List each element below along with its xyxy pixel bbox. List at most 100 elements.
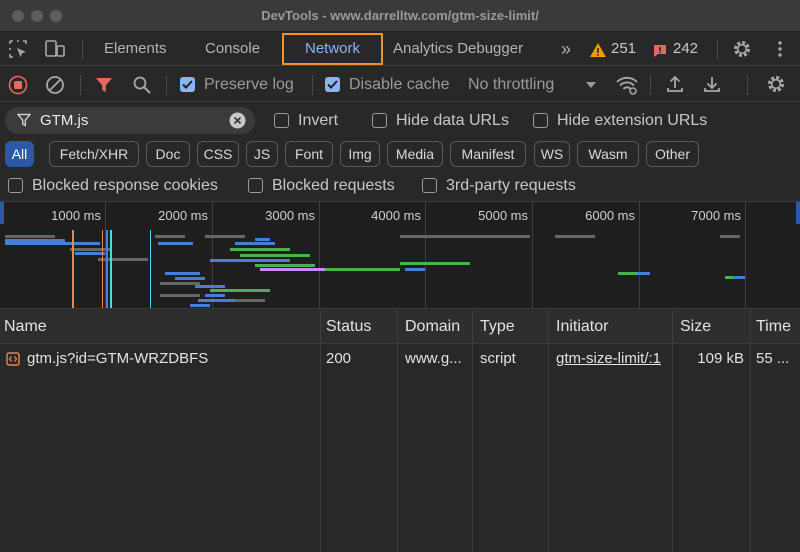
tab-console[interactable]: Console — [205, 32, 260, 66]
throttling-select[interactable]: No throttling — [468, 67, 554, 102]
column-header-status[interactable]: Status — [322, 310, 371, 344]
stop-recording-icon[interactable] — [8, 75, 28, 95]
warnings-count[interactable]: 251 — [611, 32, 636, 66]
blocked-requests-label[interactable]: Blocked requests — [272, 170, 395, 202]
clear-filter-icon[interactable] — [229, 112, 246, 129]
inspect-element-icon[interactable] — [8, 39, 28, 59]
divider — [747, 75, 748, 95]
more-tabs-button[interactable]: » — [561, 32, 571, 66]
disable-cache-label[interactable]: Disable cache — [349, 67, 450, 102]
messages-count[interactable]: 242 — [673, 32, 698, 66]
waterfall-bar — [75, 252, 105, 255]
filter-input[interactable]: GTM.js — [5, 107, 255, 134]
type-filter-other[interactable]: Other — [646, 141, 699, 167]
device-toolbar-icon[interactable] — [44, 39, 66, 59]
request-time: 55 ... — [756, 350, 790, 367]
blocked-response-cookies-label[interactable]: Blocked response cookies — [32, 170, 218, 202]
more-options-icon[interactable] — [775, 39, 785, 59]
third-party-requests-checkbox[interactable] — [422, 178, 437, 193]
table-row[interactable]: gtm.js?id=GTM-WRZDBFS 200 www.g... scrip… — [0, 344, 800, 374]
type-filter-js[interactable]: JS — [246, 141, 278, 167]
request-initiator-link[interactable]: gtm-size-limit/:1 — [556, 344, 670, 374]
requests-table: Name Status Domain Type Initiator Size T… — [0, 310, 800, 552]
warning-icon — [590, 43, 606, 57]
waterfall-bar — [175, 277, 205, 280]
network-conditions-icon[interactable] — [615, 74, 639, 96]
type-filter-fetch-xhr[interactable]: Fetch/XHR — [49, 141, 139, 167]
tab-elements[interactable]: Elements — [104, 32, 167, 66]
network-settings-icon[interactable] — [766, 74, 786, 94]
waterfall-bar — [198, 299, 238, 302]
preserve-log-label[interactable]: Preserve log — [204, 67, 294, 102]
waterfall-bar — [300, 268, 325, 271]
waterfall-bar — [195, 285, 225, 288]
waterfall-bar — [155, 235, 185, 238]
type-filter-font[interactable]: Font — [285, 141, 333, 167]
column-header-domain[interactable]: Domain — [401, 310, 460, 344]
column-header-initiator[interactable]: Initiator — [552, 310, 608, 344]
import-har-icon[interactable] — [665, 74, 685, 94]
blocked-requests-checkbox[interactable] — [248, 178, 263, 193]
timeline-gridline — [745, 202, 746, 308]
type-filter-doc[interactable]: Doc — [146, 141, 190, 167]
timeline-right-handle[interactable] — [796, 202, 800, 224]
type-filter-wasm[interactable]: Wasm — [577, 141, 639, 167]
waterfall-bar — [70, 248, 110, 251]
hide-extension-urls-checkbox[interactable] — [533, 113, 548, 128]
type-filter-ws[interactable]: WS — [534, 141, 570, 167]
column-header-name[interactable]: Name — [0, 310, 47, 344]
column-header-size[interactable]: Size — [676, 310, 711, 344]
timeline-gridline — [639, 202, 640, 308]
preserve-log-checkbox[interactable] — [180, 77, 195, 92]
gear-icon[interactable] — [732, 39, 752, 59]
invert-checkbox[interactable] — [274, 113, 289, 128]
type-filter-img[interactable]: Img — [340, 141, 380, 167]
table-header: Name Status Domain Type Initiator Size T… — [0, 310, 800, 344]
column-header-time[interactable]: Time — [752, 310, 791, 344]
filter-icon — [17, 113, 31, 127]
chevron-down-icon[interactable] — [585, 81, 597, 89]
request-status: 200 — [326, 350, 352, 367]
waterfall-bar — [190, 304, 210, 307]
script-file-icon — [6, 352, 20, 366]
request-name[interactable]: gtm.js?id=GTM-WRZDBFS — [27, 344, 317, 374]
column-header-type[interactable]: Type — [476, 310, 515, 344]
invert-label[interactable]: Invert — [298, 103, 338, 138]
third-party-requests-label[interactable]: 3rd-party requests — [446, 170, 576, 202]
timeline-tick-label: 4000 ms — [371, 208, 421, 223]
window-title: DevTools - www.darrelltw.com/gtm-size-li… — [261, 8, 539, 23]
title-bar: DevTools - www.darrelltw.com/gtm-size-li… — [0, 0, 800, 32]
type-filter-manifest[interactable]: Manifest — [450, 141, 526, 167]
tab-network[interactable]: Network — [282, 33, 383, 65]
type-filter-css[interactable]: CSS — [197, 141, 239, 167]
checkmark-icon — [327, 80, 338, 89]
clear-icon[interactable] — [45, 75, 65, 95]
resource-type-filters: All Fetch/XHR Doc CSS JS Font Img Media … — [0, 138, 800, 170]
blocked-response-cookies-checkbox[interactable] — [8, 178, 23, 193]
request-size: 109 kB — [697, 350, 744, 367]
timeline-tick-label: 3000 ms — [265, 208, 315, 223]
waterfall-bar — [158, 242, 193, 245]
blocked-filters: Blocked response cookies Blocked request… — [0, 170, 800, 202]
panel-tab-bar: Elements Console Network Analytics Debug… — [0, 32, 800, 66]
timeline-tick-label: 6000 ms — [585, 208, 635, 223]
waterfall-bar — [405, 268, 425, 271]
filter-icon[interactable] — [95, 76, 113, 94]
hide-data-urls-label[interactable]: Hide data URLs — [396, 103, 509, 138]
hide-extension-urls-label[interactable]: Hide extension URLs — [557, 103, 707, 138]
divider — [80, 75, 81, 95]
type-filter-media[interactable]: Media — [387, 141, 443, 167]
timeline-left-handle[interactable] — [0, 202, 4, 224]
disable-cache-checkbox[interactable] — [325, 77, 340, 92]
filter-input-value: GTM.js — [40, 112, 89, 129]
checkmark-icon — [182, 80, 193, 89]
tab-analytics-debugger[interactable]: Analytics Debugger — [393, 32, 523, 66]
load-marker — [102, 230, 103, 308]
type-filter-all[interactable]: All — [5, 141, 34, 167]
export-har-icon[interactable] — [702, 74, 722, 94]
search-icon[interactable] — [132, 75, 152, 95]
network-overview-timeline[interactable]: 1000 ms 2000 ms 3000 ms 4000 ms 5000 ms … — [0, 202, 800, 309]
timeline-tick-label: 1000 ms — [51, 208, 101, 223]
waterfall-bar — [160, 294, 200, 297]
hide-data-urls-checkbox[interactable] — [372, 113, 387, 128]
